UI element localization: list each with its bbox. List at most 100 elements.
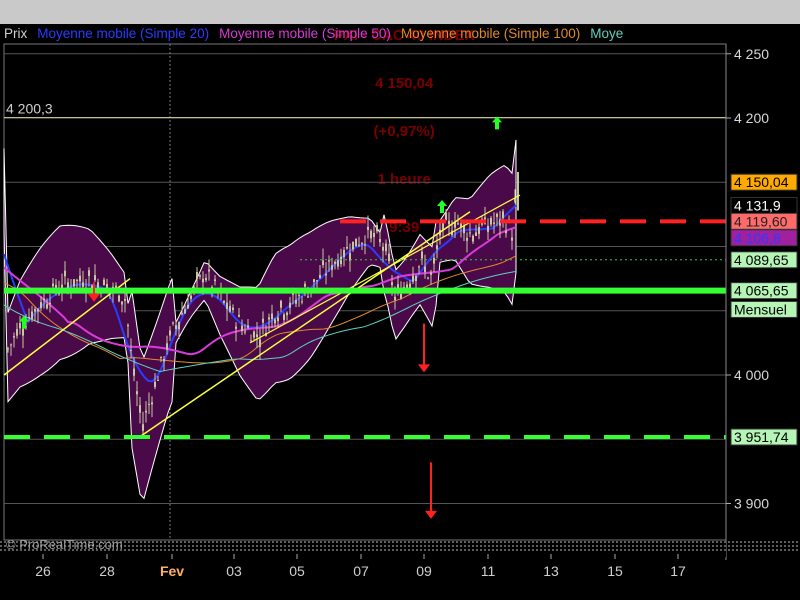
candle-body [505, 230, 507, 234]
price-tag-label: 4 131,9 [734, 198, 781, 214]
candle-body [343, 250, 345, 257]
candle-body [379, 239, 381, 243]
x-tick-label: 15 [607, 563, 623, 579]
candle-body [121, 301, 123, 305]
price-tag-label: Mensuel [734, 301, 787, 317]
candle-body [43, 298, 45, 301]
candle-body [34, 308, 36, 312]
candle-body [202, 278, 204, 283]
candle-body [142, 424, 144, 431]
price-tag-label: 4 106,8 [734, 230, 781, 246]
candle-body [268, 317, 270, 320]
candle-body [172, 322, 174, 324]
candle-body [19, 323, 21, 329]
candle-body [421, 251, 423, 259]
candle-body [76, 279, 78, 281]
candle-body [475, 232, 477, 236]
candle-body [433, 257, 435, 264]
candle-body [274, 319, 276, 324]
candle-body [478, 227, 480, 234]
candle-body [280, 300, 282, 308]
candle-body [334, 261, 336, 264]
candle-body [208, 269, 210, 272]
chart-legend: Prix Moyenne mobile (Simple 20) Moyenne mo… [4, 24, 726, 44]
candle-body [223, 301, 225, 303]
candle-body [145, 410, 147, 413]
candle-body [79, 275, 81, 282]
candle-body [154, 381, 156, 388]
candle-body [31, 311, 33, 319]
candle-body [190, 295, 192, 299]
candle-body [352, 241, 354, 250]
candle-body [238, 314, 240, 317]
y-tick-label: 4 250 [734, 46, 769, 62]
candle-body [10, 344, 12, 346]
candle-body [493, 222, 495, 224]
candle-body [133, 368, 135, 376]
candle-body [448, 220, 450, 225]
sell-arrow-icon [418, 364, 430, 373]
x-tick-label: 28 [99, 563, 115, 579]
candle-body [229, 306, 231, 312]
price-tag-label: 3 951,74 [734, 429, 789, 445]
candle-body [472, 235, 474, 242]
candle-body [256, 334, 258, 337]
candle-body [469, 232, 471, 234]
x-tick-label: 03 [226, 563, 242, 579]
candle-body [259, 339, 261, 348]
candle-body [187, 304, 189, 309]
candle-body [445, 212, 447, 220]
candle-body [103, 279, 105, 286]
candle-body [496, 213, 498, 217]
candle-body [205, 277, 207, 281]
candle-body [136, 391, 138, 395]
candle-body [391, 282, 393, 286]
candle-body [412, 275, 414, 282]
level-annotation: 4 200,3 [6, 101, 53, 117]
candle-body [370, 230, 372, 239]
candle-body [214, 279, 216, 282]
candle-body [52, 283, 54, 287]
candle-body [415, 275, 417, 282]
candle-body [253, 331, 255, 338]
x-tick-label: 11 [481, 563, 496, 579]
candle-body [364, 244, 366, 246]
candle-body [361, 243, 363, 245]
candle-body [331, 265, 333, 270]
x-tick-label: 13 [543, 563, 559, 579]
candle-body [184, 309, 186, 314]
candle-body [307, 296, 309, 298]
candle-body [124, 298, 126, 301]
candle-body [502, 211, 504, 218]
x-tick-label: Fev [160, 563, 184, 579]
candle-body [37, 309, 39, 312]
candle-body [319, 274, 321, 278]
candle-body [151, 402, 153, 405]
legend-item: Prix [4, 26, 28, 41]
candle-body [418, 266, 420, 268]
price-chart[interactable]: 4 250 4 200 4 000 3 900 26 28 Fev 03 05 07 09 11 13… [0, 0, 800, 600]
candle-body [166, 343, 168, 350]
candle-body [94, 275, 96, 281]
x-tick-label: 26 [35, 563, 51, 579]
candle-body [13, 336, 15, 338]
candle-body [232, 307, 234, 311]
candle-body [139, 405, 141, 413]
candle-body [169, 330, 171, 336]
candle-body [196, 272, 198, 279]
candle-body [295, 299, 297, 304]
candle-body [28, 317, 30, 319]
candle-body [286, 312, 288, 316]
legend-item: Moyenne mobile (Simple 100) [400, 26, 581, 41]
legend-item: Moye [590, 26, 624, 41]
candle-body [235, 326, 237, 329]
price-tag-label: 4 065,65 [734, 283, 789, 299]
candle-body [316, 280, 318, 282]
candle-body [373, 232, 375, 237]
candle-body [118, 295, 120, 302]
price-tag-label: 4 119,60 [734, 213, 788, 229]
candle-body [322, 260, 324, 266]
candle-body [226, 302, 228, 310]
candle-body [178, 322, 180, 330]
candle-body [115, 285, 117, 288]
